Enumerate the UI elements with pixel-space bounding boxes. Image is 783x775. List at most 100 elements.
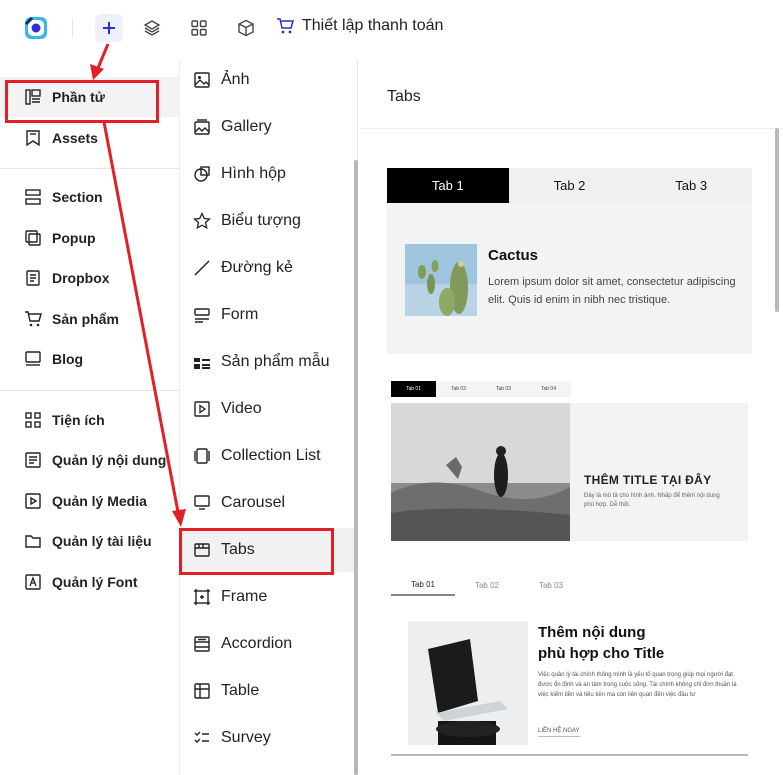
sidebar-item-content-manager[interactable]: Quản lý nội dung bbox=[0, 440, 180, 480]
tab-heading: Cactus bbox=[488, 247, 539, 264]
highlight-box-elements bbox=[5, 80, 159, 123]
pages-button[interactable] bbox=[185, 14, 213, 42]
tab-2: Tab 2 bbox=[553, 178, 586, 193]
tab-heading: THÊM TITLE TẠI ĐÂY bbox=[584, 473, 712, 487]
sidebar-item-document-manager[interactable]: Quản lý tài liệu bbox=[0, 521, 180, 561]
element-item-label: Form bbox=[221, 306, 259, 323]
sidebar-item-label: Quản lý nội dung bbox=[52, 452, 167, 468]
tab-2: Tab 02 bbox=[474, 580, 500, 590]
element-item-label: Đường kẻ bbox=[221, 259, 293, 276]
top-toolbar: Thiết lập thanh toán bbox=[0, 0, 783, 56]
panel-scrollbar[interactable] bbox=[775, 128, 779, 312]
element-list-scrollbar[interactable] bbox=[354, 160, 358, 775]
sidebar-item-popup[interactable]: Popup bbox=[0, 218, 180, 258]
element-item-label: Frame bbox=[221, 588, 268, 605]
element-item-collection-list[interactable]: Collection List bbox=[180, 434, 355, 478]
layers-button[interactable] bbox=[138, 14, 166, 42]
sidebar-item-font-manager[interactable]: Quản lý Font bbox=[0, 562, 180, 602]
collection-icon bbox=[193, 447, 211, 465]
element-item-icon[interactable]: Biểu tượng bbox=[180, 199, 355, 243]
content-icon bbox=[24, 451, 42, 469]
divider bbox=[0, 168, 180, 169]
tab-3: Tab 3 bbox=[675, 178, 708, 193]
foggy-field-image bbox=[391, 403, 570, 541]
cart-icon bbox=[24, 310, 42, 328]
element-item-survey[interactable]: Survey bbox=[180, 716, 355, 760]
cactus-image bbox=[405, 244, 477, 316]
package-button[interactable] bbox=[232, 14, 260, 42]
sidebar-item-label: Sản phẩm bbox=[52, 311, 119, 327]
sidebar-item-media-manager[interactable]: Quản lý Media bbox=[0, 481, 180, 521]
add-element-button[interactable] bbox=[95, 14, 123, 42]
element-item-label: Hình hộp bbox=[221, 165, 286, 182]
sidebar-item-products[interactable]: Sản phẩm bbox=[0, 299, 180, 339]
element-item-label: Video bbox=[221, 400, 262, 417]
tab-3: Tab 03 bbox=[538, 580, 564, 590]
checkout-settings-label: Thiết lập thanh toán bbox=[302, 17, 444, 34]
box-icon bbox=[238, 19, 254, 37]
sidebar-item-label: Section bbox=[52, 189, 103, 205]
survey-icon bbox=[193, 729, 211, 747]
form-icon bbox=[193, 306, 211, 324]
grid-icon bbox=[191, 20, 207, 36]
element-item-frame[interactable]: Frame bbox=[180, 575, 355, 619]
tabs-template-2[interactable]: Tab 01 Tab 02 Tab 03 Tab 04 THÊM TITLE T… bbox=[391, 381, 748, 541]
element-item-label: Accordion bbox=[221, 635, 293, 652]
toolbar-divider bbox=[72, 18, 73, 38]
gallery-icon bbox=[193, 118, 211, 136]
sidebar-item-section[interactable]: Section bbox=[0, 177, 180, 217]
dropbox-icon bbox=[24, 269, 42, 287]
highlight-box-tabs bbox=[179, 528, 334, 575]
element-item-gallery[interactable]: Gallery bbox=[180, 105, 355, 149]
sidebar-item-blog[interactable]: Blog bbox=[0, 339, 180, 379]
shape-icon bbox=[193, 165, 211, 183]
app-logo[interactable] bbox=[22, 14, 50, 42]
element-item-product-sample[interactable]: Sản phẩm mẫu bbox=[180, 340, 355, 384]
sidebar-item-label: Popup bbox=[52, 230, 96, 246]
element-item-shape[interactable]: Hình hộp bbox=[180, 152, 355, 196]
tabs-template-3[interactable]: Tab 01 Tab 02 Tab 03 Thêm nội dung phù h… bbox=[391, 574, 748, 764]
element-item-label: Carousel bbox=[221, 494, 286, 511]
sidebar-item-label: Quản lý Media bbox=[52, 493, 147, 509]
element-item-image[interactable]: Ảnh bbox=[180, 58, 355, 102]
tab-bar: Tab 01 Tab 02 Tab 03 bbox=[391, 574, 583, 596]
tab-content: THÊM TITLE TẠI ĐÂY Đây là mô tả cho hình… bbox=[570, 403, 748, 541]
tabs-template-1[interactable]: Tab 1 Tab 2 Tab 3 Cactus Lorem ipsum dol… bbox=[387, 168, 752, 354]
laptop-image bbox=[408, 621, 528, 745]
checkout-settings-button[interactable]: Thiết lập thanh toán bbox=[276, 17, 443, 35]
element-item-label: Ảnh bbox=[221, 71, 250, 88]
element-item-line[interactable]: Đường kẻ bbox=[180, 246, 355, 290]
sidebar-item-utilities[interactable]: Tiện ích bbox=[0, 400, 180, 440]
sidebar-item-label: Blog bbox=[52, 351, 84, 367]
tab-1: Tab 01 bbox=[391, 574, 455, 596]
element-item-form[interactable]: Form bbox=[180, 293, 355, 337]
sidebar-item-assets[interactable]: Assets bbox=[0, 118, 180, 158]
sidebar-item-label: Dropbox bbox=[52, 270, 110, 286]
tab-text: Lorem ipsum dolor sit amet, consectetur … bbox=[488, 276, 736, 306]
element-item-accordion[interactable]: Accordion bbox=[180, 622, 355, 666]
element-item-carousel[interactable]: Carousel bbox=[180, 481, 355, 525]
bookmark-icon bbox=[24, 129, 42, 147]
element-list: Ảnh Gallery Hình hộp Biểu tượng Đường kẻ… bbox=[180, 60, 358, 775]
tab-heading-line2: phù hợp cho Title bbox=[538, 645, 665, 662]
media-icon bbox=[24, 492, 42, 510]
tab-2: Tab 02 bbox=[436, 381, 481, 397]
font-icon bbox=[24, 573, 42, 591]
widgets-icon bbox=[24, 411, 42, 429]
element-item-label: Table bbox=[221, 682, 260, 699]
cart-icon bbox=[277, 18, 294, 34]
popup-icon bbox=[24, 229, 42, 247]
tab-text: Đây là mô tả cho hình ảnh. Nhấp để thêm … bbox=[584, 493, 720, 508]
frame-icon bbox=[193, 588, 211, 606]
element-item-video[interactable]: Video bbox=[180, 387, 355, 431]
tab-1: Tab 1 bbox=[387, 168, 509, 203]
panel-title: Tabs bbox=[387, 88, 421, 105]
element-item-label: Collection List bbox=[221, 447, 321, 464]
layers-icon bbox=[143, 20, 161, 36]
element-item-table[interactable]: Table bbox=[180, 669, 355, 713]
element-item-label: Biểu tượng bbox=[221, 212, 301, 229]
sidebar-item-label: Tiện ích bbox=[52, 412, 105, 428]
sidebar-item-dropbox[interactable]: Dropbox bbox=[0, 258, 180, 298]
blog-icon bbox=[24, 350, 42, 368]
contact-link: LIÊN HỆ NGAY bbox=[538, 728, 580, 737]
